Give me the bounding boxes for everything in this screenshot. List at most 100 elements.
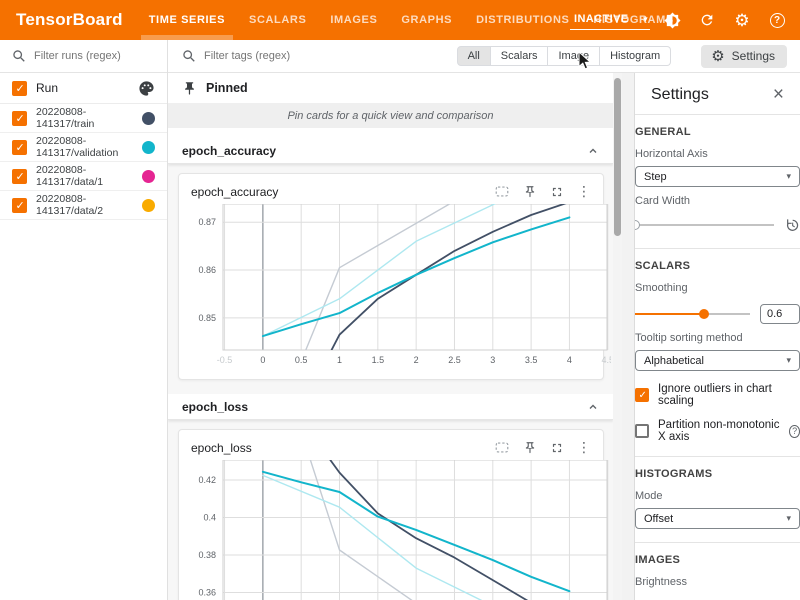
collapse-chevron-icon[interactable]	[587, 401, 599, 413]
fullscreen-icon[interactable]	[550, 185, 564, 199]
svg-text:0.36: 0.36	[198, 588, 216, 598]
settings-panel: Settings × GENERAL Horizontal Axis Step …	[634, 73, 800, 600]
tab-scalars[interactable]: SCALARS	[237, 0, 318, 40]
help-button[interactable]: ?	[764, 7, 790, 33]
smoothing-label: Smoothing	[635, 282, 800, 294]
svg-text:2.5: 2.5	[448, 355, 461, 365]
chip-image[interactable]: Image	[548, 46, 600, 66]
run-status-select[interactable]: INACTIVE ▾	[570, 10, 650, 30]
svg-text:0.38: 0.38	[198, 550, 216, 560]
cards-scroll-area: Pinned Pin cards for a quick view and co…	[168, 73, 613, 600]
tag-type-filter: All Scalars Image Histogram	[457, 46, 672, 66]
smoothing-slider[interactable]	[635, 308, 750, 320]
run-checkbox[interactable]	[12, 111, 27, 126]
ignore-outliers-checkbox[interactable]	[635, 388, 649, 402]
chip-histogram[interactable]: Histogram	[600, 46, 671, 66]
svg-text:-0.5: -0.5	[217, 355, 233, 365]
run-checkbox[interactable]	[12, 140, 27, 155]
svg-text:0.4: 0.4	[203, 513, 216, 523]
gear-icon: ⚙	[711, 49, 724, 64]
run-checkbox[interactable]	[12, 169, 27, 184]
tooltip-sorting-select[interactable]: Alphabetical ▾	[635, 350, 800, 371]
more-options-icon[interactable]: ⋮	[577, 183, 591, 200]
filter-runs-input[interactable]	[34, 50, 144, 62]
run-row-data-1[interactable]: 20220808-141317/data/1	[0, 162, 167, 191]
tab-distributions[interactable]: DISTRIBUTIONS	[464, 0, 581, 40]
run-color-dot[interactable]	[142, 170, 155, 183]
smoothing-value-input[interactable]	[760, 304, 800, 324]
run-row-train[interactable]: 20220808-141317/train	[0, 104, 167, 133]
collapse-chevron-icon[interactable]	[587, 145, 599, 157]
histograms-heading: HISTOGRAMS	[635, 468, 800, 480]
main-scrollbar[interactable]	[613, 73, 622, 600]
settings-panel-title: Settings	[651, 86, 709, 104]
svg-text:2: 2	[414, 355, 419, 365]
reset-card-width-button[interactable]	[784, 217, 800, 233]
palette-icon[interactable]	[138, 80, 155, 97]
scalars-heading: SCALARS	[635, 260, 800, 272]
more-options-icon[interactable]: ⋮	[577, 439, 591, 456]
select-all-runs-checkbox[interactable]	[12, 81, 27, 96]
run-row-validation[interactable]: 20220808-141317/validation	[0, 133, 167, 162]
run-name: 20220808-141317/train	[36, 106, 94, 130]
card-width-slider[interactable]	[635, 219, 774, 231]
refresh-icon	[699, 12, 715, 28]
pinned-empty-message: Pin cards for a quick view and compariso…	[168, 103, 613, 128]
section-header-epoch-loss[interactable]: epoch_loss	[168, 394, 613, 420]
histogram-mode-label: Mode	[635, 490, 800, 502]
chevron-down-icon: ▾	[786, 172, 791, 181]
section-header-epoch-accuracy[interactable]: epoch_accuracy	[168, 138, 613, 164]
help-icon[interactable]: ?	[789, 425, 800, 438]
run-row-data-2[interactable]: 20220808-141317/data/2	[0, 191, 167, 220]
svg-text:0.86: 0.86	[198, 265, 216, 275]
scalar-card-epoch-loss: epoch_loss ⋮ -0.500.511.522.533.544.50.3…	[178, 429, 604, 600]
dark-mode-toggle-button[interactable]	[659, 7, 685, 33]
svg-text:4.5: 4.5	[602, 355, 611, 365]
reload-button[interactable]	[694, 7, 720, 33]
app-header: TensorBoard TIME SERIES SCALARS IMAGES G…	[0, 0, 800, 40]
run-color-dot[interactable]	[142, 141, 155, 154]
close-icon[interactable]: ×	[773, 85, 784, 104]
svg-text:0.87: 0.87	[198, 217, 216, 227]
tab-time-series[interactable]: TIME SERIES	[137, 0, 237, 40]
histogram-mode-select[interactable]: Offset ▾	[635, 508, 800, 529]
svg-text:1: 1	[337, 355, 342, 365]
epoch-accuracy-chart[interactable]: -0.500.511.522.533.544.50.850.860.87	[179, 202, 603, 379]
run-checkbox[interactable]	[12, 198, 27, 213]
svg-text:3.5: 3.5	[525, 355, 538, 365]
svg-text:3: 3	[490, 355, 495, 365]
brightness-label: Brightness	[635, 576, 800, 588]
chevron-down-icon: ▾	[643, 15, 648, 24]
pin-card-icon[interactable]	[523, 185, 537, 199]
svg-text:0: 0	[260, 355, 265, 365]
run-status-value: INACTIVE	[574, 13, 629, 25]
filter-tags-input[interactable]	[204, 50, 449, 62]
pin-icon	[182, 81, 197, 96]
app-logo: TensorBoard	[16, 10, 123, 30]
fullscreen-icon[interactable]	[550, 441, 564, 455]
scrollbar-thumb[interactable]	[614, 78, 621, 236]
scalar-card-epoch-accuracy: epoch_accuracy ⋮ -0.500.511.522.533.544.…	[178, 173, 604, 380]
tab-graphs[interactable]: GRAPHS	[389, 0, 464, 40]
tab-images[interactable]: IMAGES	[318, 0, 389, 40]
run-color-dot[interactable]	[142, 112, 155, 125]
chip-scalars[interactable]: Scalars	[491, 46, 549, 66]
global-settings-button[interactable]: ⚙	[729, 7, 755, 33]
tensorboard-app: TensorBoard TIME SERIES SCALARS IMAGES G…	[0, 0, 800, 600]
chevron-down-icon: ▾	[786, 514, 791, 523]
svg-text:0.42: 0.42	[198, 475, 216, 485]
pin-card-icon[interactable]	[523, 441, 537, 455]
svg-text:0.85: 0.85	[198, 313, 216, 323]
partition-x-axis-checkbox[interactable]	[635, 424, 649, 438]
run-name: 20220808-141317/validation	[36, 135, 118, 159]
fit-domain-icon[interactable]	[494, 184, 510, 199]
horizontal-axis-select[interactable]: Step ▾	[635, 166, 800, 187]
run-name: 20220808-141317/data/2	[36, 193, 103, 217]
epoch-loss-chart[interactable]: -0.500.511.522.533.544.50.360.380.40.42	[179, 458, 603, 600]
fit-domain-icon[interactable]	[494, 440, 510, 455]
search-icon	[12, 49, 26, 63]
chip-all[interactable]: All	[457, 46, 491, 66]
run-color-dot[interactable]	[142, 199, 155, 212]
settings-toggle-button[interactable]: ⚙ Settings	[701, 45, 787, 68]
settings-general-section: GENERAL Horizontal Axis Step ▾ Card Widt…	[635, 115, 800, 248]
